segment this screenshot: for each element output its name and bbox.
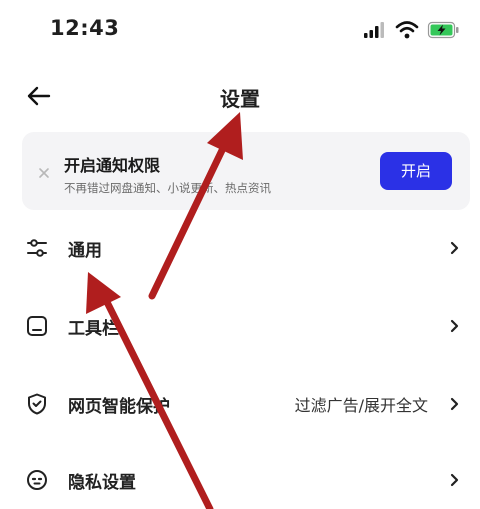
notification-card: 开启通知权限 不再错过网盘通知、小说更新、热点资讯 开启 [22,132,470,210]
status-bar: 12:43 [0,0,480,60]
shield-check-icon [25,392,49,416]
chevron-right-icon [450,318,460,334]
menu-item-label: 隐私设置 [68,473,136,493]
toolbar-icon [25,314,49,338]
notification-title: 开启通知权限 [64,156,161,175]
chevron-right-icon [450,240,460,256]
page-title: 设置 [220,87,260,111]
menu-item-toolbar[interactable]: 工具栏 [0,300,480,352]
enable-notification-button[interactable]: 开启 [380,152,452,190]
notification-subtitle: 不再错过网盘通知、小说更新、热点资讯 [64,181,271,195]
sliders-icon [25,236,49,260]
close-icon[interactable] [38,164,50,178]
menu-item-web-protection[interactable]: 网页智能保护 过滤广告/展开全文 [0,378,480,430]
chevron-right-icon [450,472,460,488]
nav-bar: 设置 [0,75,480,119]
menu-item-label: 通用 [68,241,102,261]
wifi-icon [395,21,419,39]
chevron-right-icon [450,396,460,412]
menu-item-value: 过滤广告/展开全文 [294,396,428,415]
menu-item-privacy[interactable]: 隐私设置 [0,454,480,506]
status-icons [362,20,462,40]
menu-item-label: 工具栏 [68,319,119,339]
menu-item-label: 网页智能保护 [68,397,170,417]
signal-icon [364,22,384,38]
menu-item-general[interactable]: 通用 [0,222,480,274]
privacy-icon [25,468,49,492]
status-time: 12:43 [50,16,120,40]
battery-charging-icon [427,21,459,39]
